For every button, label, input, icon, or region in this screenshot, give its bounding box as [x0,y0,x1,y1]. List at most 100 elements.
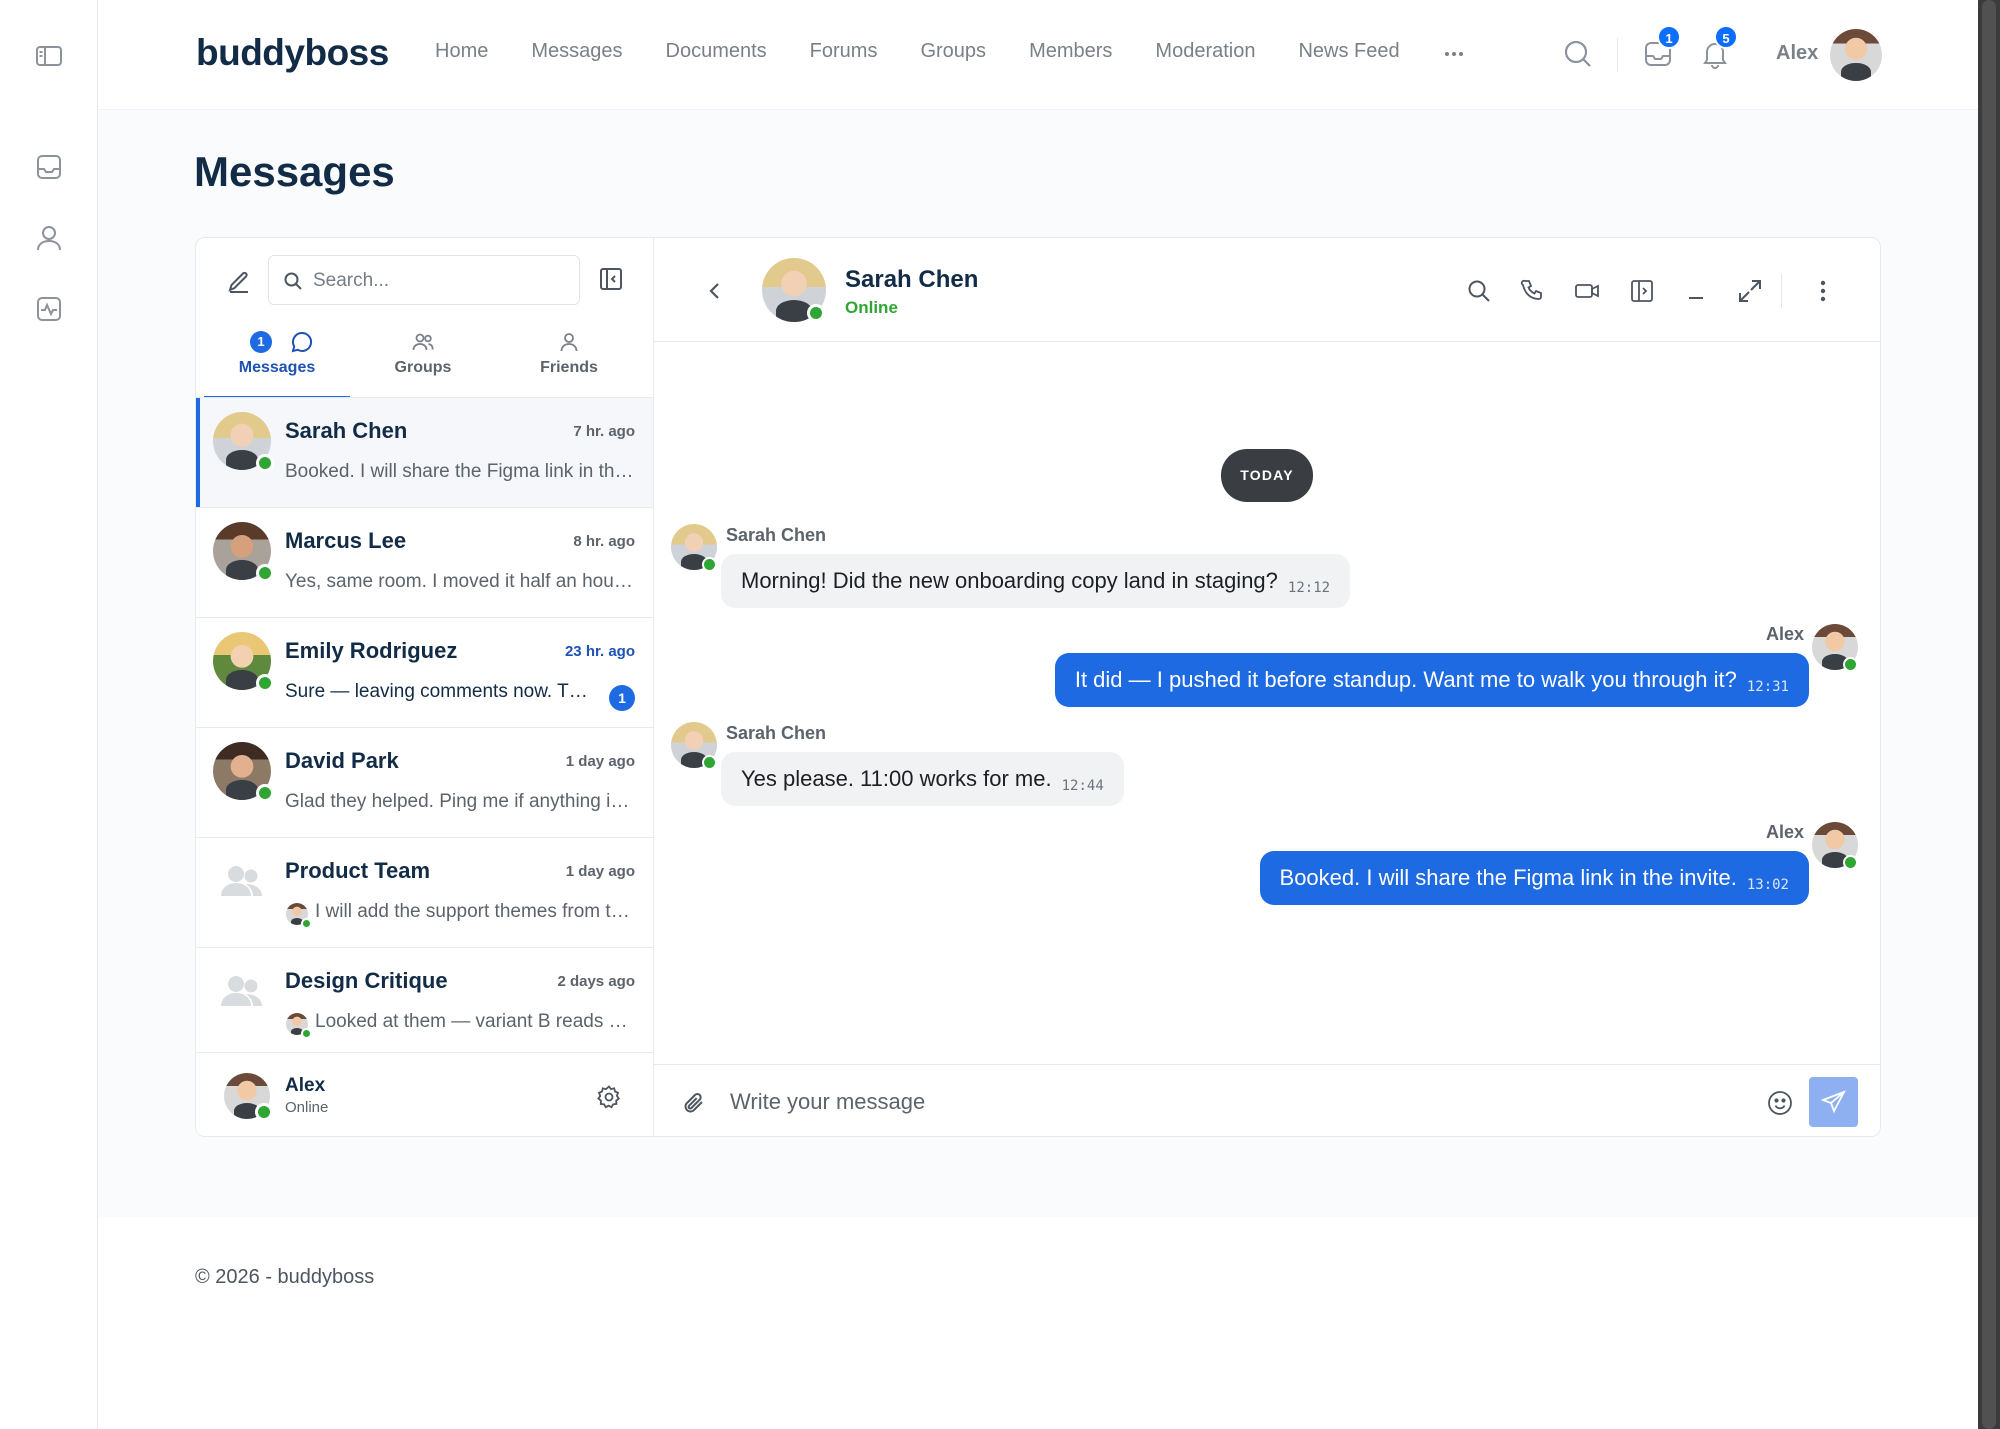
message-text: Morning! Did the new onboarding copy lan… [741,568,1278,593]
thread-snippet: Looked at them — variant B reads better. [315,1011,635,1032]
online-indicator [256,454,274,472]
online-indicator [1843,657,1858,672]
thread-time: 8 hr. ago [573,533,635,550]
sender-name: Alex [1765,624,1804,644]
thread-search-input[interactable] [313,266,563,296]
nav-members[interactable]: Members [1029,40,1112,63]
thread-time: 1 day ago [565,753,635,770]
nav-more-icon[interactable] [1442,42,1466,66]
video-camera-icon[interactable] [1574,278,1600,304]
sender-name: Sarah Chen [726,723,827,743]
conversation-header: Sarah Chen Online [654,238,1880,342]
phone-icon[interactable] [1520,278,1546,304]
message-bubble: It did — I pushed it before standup. Wan… [1054,653,1809,707]
thread-snippet: Yes, same room. I moved it half an hour … [285,571,635,592]
gear-icon[interactable] [596,1084,622,1110]
nav-news-feed[interactable]: News Feed [1298,40,1399,63]
nav-moderation[interactable]: Moderation [1155,40,1255,63]
online-indicator [301,918,312,929]
thread-time: 23 hr. ago [564,643,635,660]
search-icon[interactable] [1466,278,1492,304]
thread-item-david-park[interactable]: David Park 1 day ago Glad they helped. P… [196,728,653,838]
message-input[interactable] [730,1083,1730,1121]
online-indicator [807,304,825,322]
thread-time: 2 days ago [557,973,635,990]
messages-panel: 1 Messages Groups Friends [195,237,1881,1137]
header-divider [1781,274,1782,308]
conversation-status: Online [845,298,898,317]
online-indicator [702,755,717,770]
site-header: buddyboss Home Messages Documents Forums… [98,0,1978,110]
nav-groups[interactable]: Groups [920,40,986,63]
online-indicator [256,784,274,802]
online-indicator [256,674,274,692]
tab-friends[interactable]: Friends [496,318,642,398]
search-icon [283,271,303,291]
nav-documents[interactable]: Documents [666,40,767,63]
more-options-icon[interactable] [1810,278,1836,304]
message-time: 12:31 [1746,679,1789,695]
sidebar-toggle-icon[interactable] [33,40,65,72]
date-divider: TODAY [1221,449,1313,502]
profile-icon[interactable] [33,222,65,254]
header-user-name[interactable]: Alex [1776,42,1818,65]
site-logo[interactable]: buddyboss [196,32,389,74]
thread-item-product-team[interactable]: Product Team 1 day ago I will add the su… [196,838,653,948]
site-footer [98,1217,1978,1429]
thread-name: Design Critique [285,968,448,993]
paperclip-icon[interactable] [681,1089,709,1117]
online-indicator [256,564,274,582]
compose-icon[interactable] [224,266,254,296]
side-panel-icon[interactable] [1629,278,1655,304]
current-user-bar: Alex Online [196,1052,653,1136]
minimize-icon[interactable] [1683,278,1709,304]
left-rail [0,0,98,1429]
user-icon [557,330,581,354]
thread-name: David Park [285,748,399,773]
inbox-icon[interactable] [33,151,65,183]
online-indicator [1843,855,1858,870]
header-user-avatar[interactable] [1830,29,1882,81]
sender-name: Sarah Chen [726,525,827,545]
conversation-name[interactable]: Sarah Chen [845,266,978,294]
thread-name: Product Team [285,858,431,883]
emoji-icon[interactable] [1766,1089,1794,1117]
thread-time: 1 day ago [565,863,635,880]
thread-name: Sarah Chen [285,418,408,443]
group-icon [216,856,268,908]
thread-snippet: I will add the support themes from the s… [315,901,635,922]
expand-icon[interactable] [1737,278,1763,304]
current-user-name: Alex [285,1075,326,1096]
tab-messages-badge: 1 [250,331,272,353]
online-indicator [301,1028,312,1039]
back-arrow-icon[interactable] [704,280,726,302]
nav-home[interactable]: Home [435,40,488,63]
nav-messages[interactable]: Messages [531,40,622,63]
chat-bubble-icon [290,330,314,354]
message-time: 12:44 [1061,778,1104,794]
nav-forums[interactable]: Forums [810,40,878,63]
message-text: Booked. I will share the Figma link in t… [1279,865,1737,890]
thread-tabs: 1 Messages Groups Friends [204,318,644,399]
message-time: 12:12 [1287,580,1331,596]
thread-item-sarah-chen[interactable]: Sarah Chen 7 hr. ago Booked. I will shar… [196,398,653,508]
message-bubble: Booked. I will share the Figma link in t… [1259,851,1809,905]
conversation-pane: Sarah Chen Online TODAY Sarah Chen Morni… [654,238,1880,1136]
thread-snippet: Glad they helped. Ping me if anything is… [285,791,635,812]
activity-icon[interactable] [33,293,65,325]
send-icon [1821,1090,1846,1114]
messages-count-badge: 1 [1657,25,1681,49]
page-scrollbar[interactable] [1978,0,2000,1429]
thread-item-design-critique[interactable]: Design Critique 2 days ago Looked at the… [196,948,653,1058]
thread-name: Emily Rodriguez [285,638,458,663]
send-button[interactable] [1809,1077,1858,1127]
collapse-sidebar-icon[interactable] [598,266,624,292]
online-indicator [255,1103,273,1121]
thread-item-marcus-lee[interactable]: Marcus Lee 8 hr. ago Yes, same room. I m… [196,508,653,618]
message-bubble: Morning! Did the new onboarding copy lan… [721,554,1351,608]
header-search-icon[interactable] [1562,38,1594,70]
thread-item-emily-rodriguez[interactable]: Emily Rodriguez 23 hr. ago Sure — leavin… [196,618,653,728]
tab-groups[interactable]: Groups [350,318,496,398]
tab-messages[interactable]: 1 Messages [204,318,350,399]
users-icon [411,330,435,354]
